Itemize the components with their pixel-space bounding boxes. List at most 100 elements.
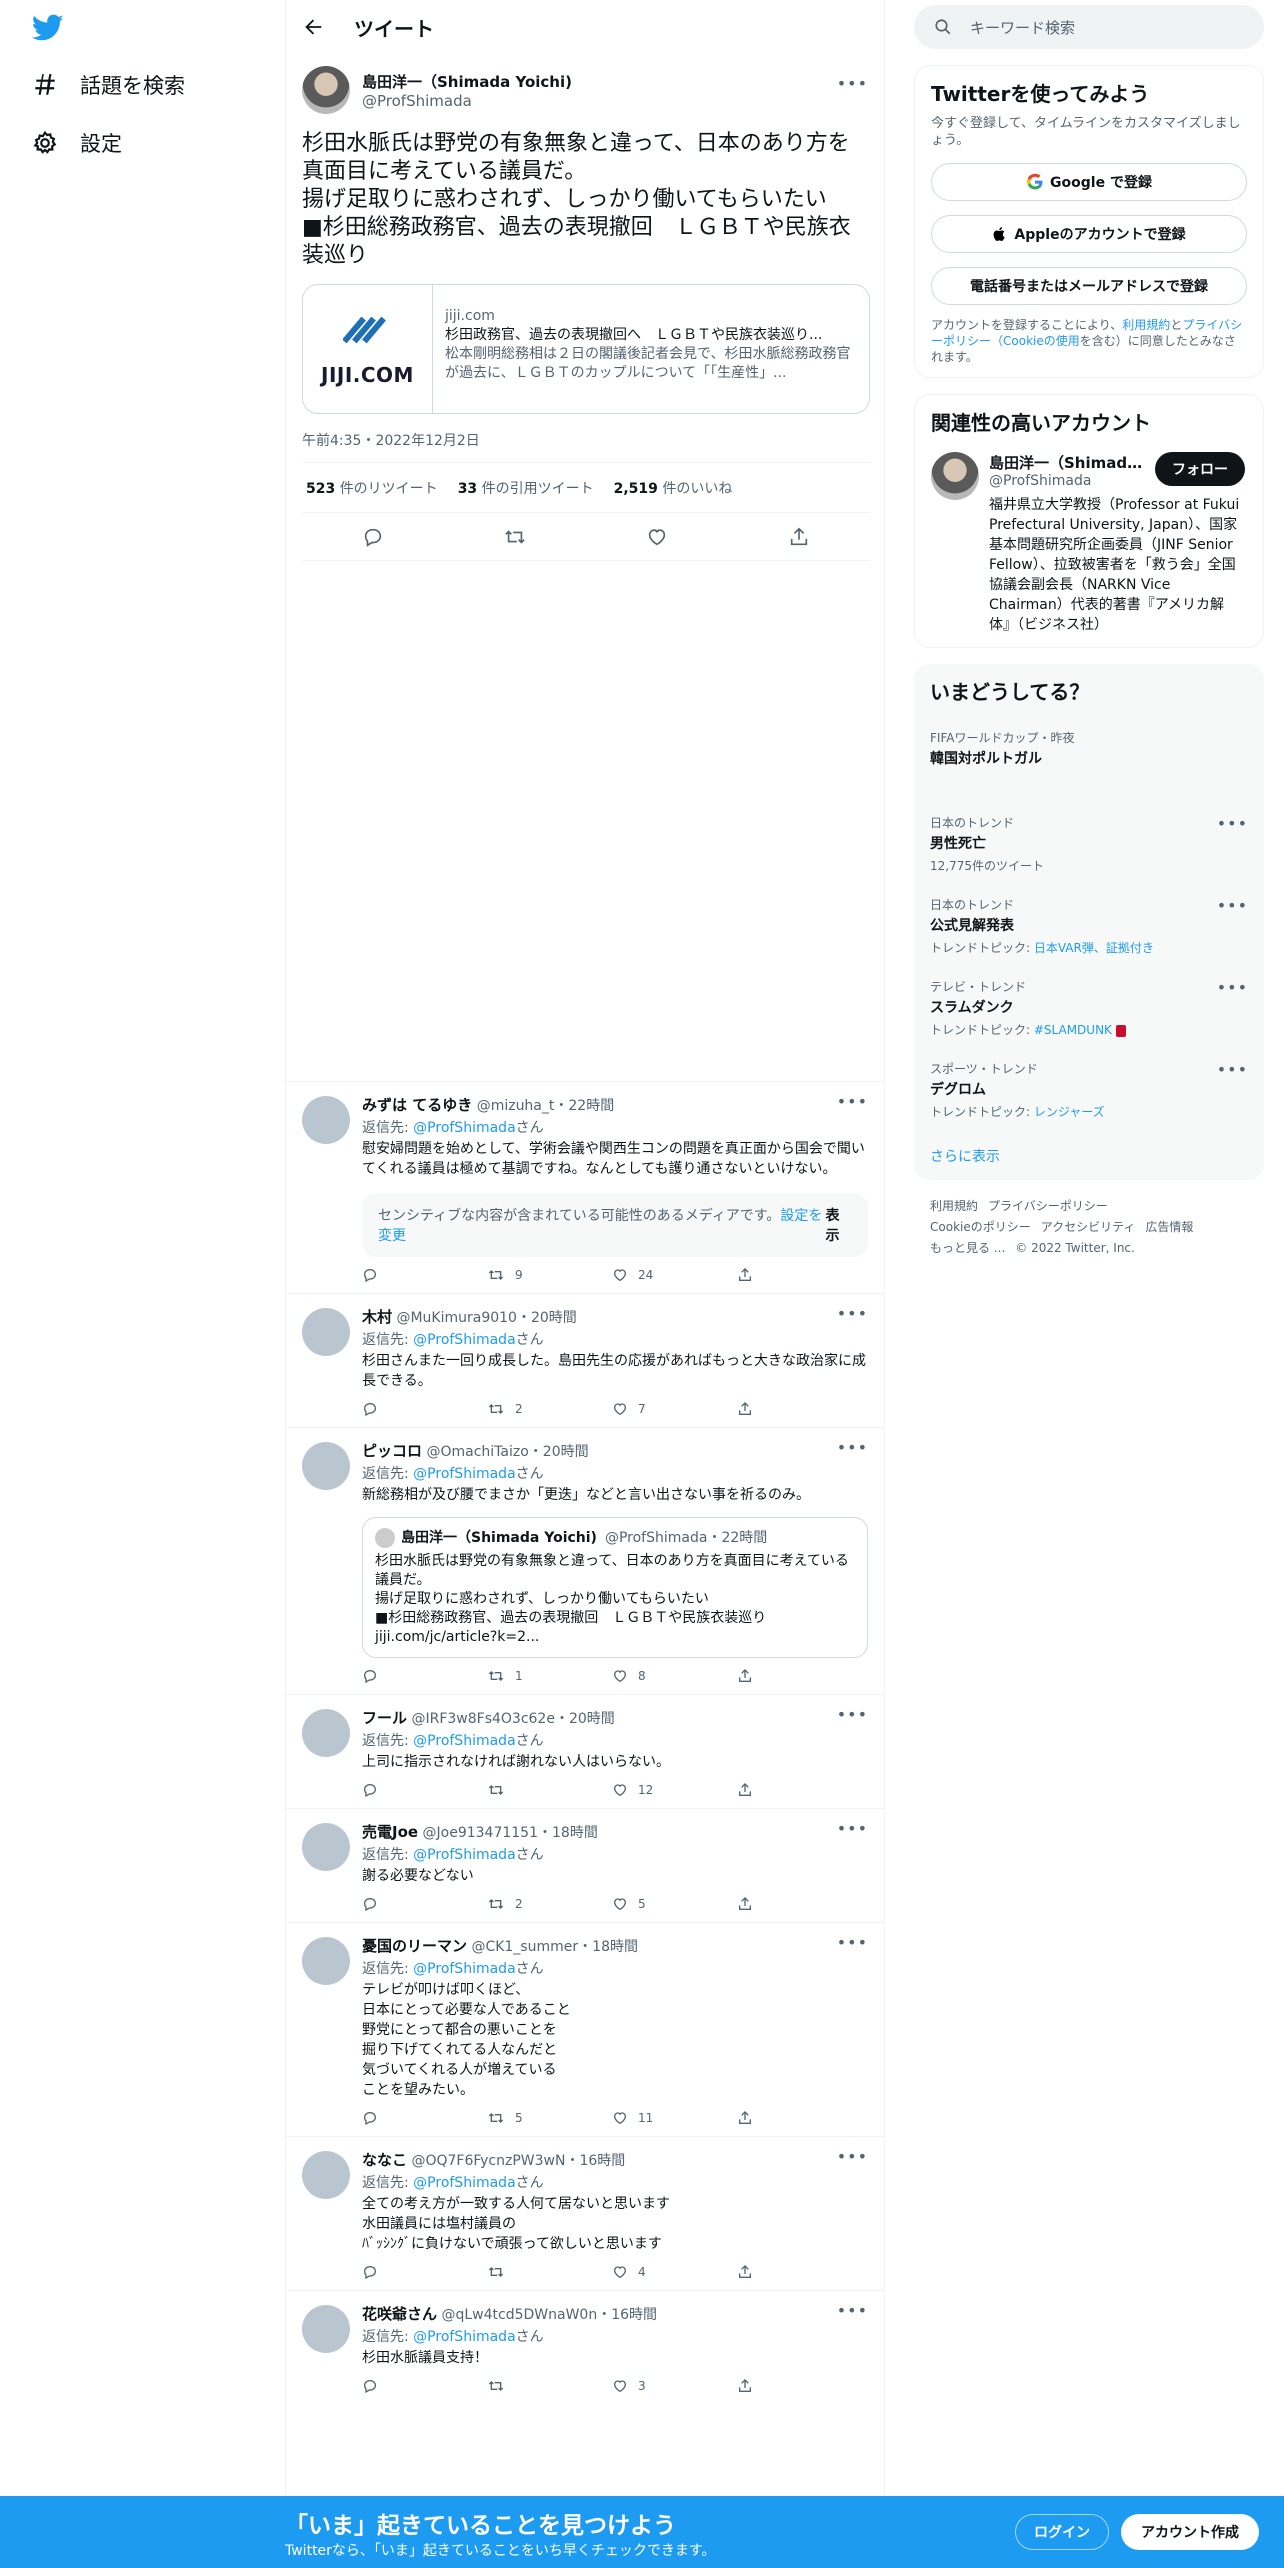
reply-button[interactable] [362, 1267, 487, 1283]
terms-link[interactable]: 利用規約 [1122, 318, 1170, 332]
share-button[interactable] [737, 1896, 862, 1912]
trend-topic-link[interactable]: #SLAMDUNK [1034, 1023, 1112, 1037]
reply-tweet[interactable]: ピッコロ @OmachiTaizo・20時間 返信先: @ProfShimada… [286, 1427, 884, 1694]
avatar[interactable] [302, 1937, 350, 1985]
share-button[interactable] [737, 2378, 862, 2394]
twitter-bird-icon[interactable] [31, 14, 64, 46]
follow-button[interactable]: フォロー [1155, 452, 1245, 486]
reply-author-name[interactable]: 木村 [362, 1308, 392, 1326]
nav-settings[interactable]: 設定 [32, 128, 122, 158]
more-options-icon[interactable]: ••• [837, 1933, 868, 1952]
share-button[interactable] [737, 1668, 862, 1684]
like-button[interactable]: 4 [612, 2264, 737, 2280]
reply-time[interactable]: ・16時間 [565, 2153, 625, 2169]
reply-icon[interactable] [362, 526, 384, 548]
retweet-icon[interactable] [504, 526, 526, 548]
share-button[interactable] [737, 2264, 862, 2280]
reply-to-link[interactable]: @ProfShimada [413, 1466, 515, 1482]
like-icon[interactable] [646, 526, 668, 548]
more-options-icon[interactable]: ••• [837, 1819, 868, 1838]
more-options-icon[interactable]: ••• [1217, 814, 1248, 833]
footer-more-link[interactable]: もっと見る ... [930, 1241, 1005, 1255]
more-options-icon[interactable]: ••• [837, 1705, 868, 1724]
reply-time[interactable]: ・20時間 [517, 1310, 577, 1326]
avatar[interactable] [302, 1308, 350, 1356]
author-name[interactable]: 島田洋一（Shimada Yoichi) [362, 71, 572, 92]
more-options-icon[interactable]: ••• [837, 1304, 868, 1323]
reply-to-link[interactable]: @ProfShimada [413, 2329, 515, 2345]
share-button[interactable] [737, 1267, 862, 1283]
reply-author-handle[interactable]: @IRF3w8Fs4O3c62e [411, 1711, 554, 1727]
reply-author-name[interactable]: 花咲爺さん [362, 2305, 437, 2323]
retweet-button[interactable] [487, 2264, 612, 2280]
show-media-button[interactable]: 表示 [825, 1205, 852, 1245]
reply-tweet[interactable]: 売電Joe @Joe913471151・18時間 返信先: @ProfShima… [286, 1808, 884, 1922]
like-button[interactable]: 3 [612, 2378, 737, 2394]
related-account-name[interactable]: 島田洋一（Shimada ... [989, 452, 1149, 473]
reply-time[interactable]: ・22時間 [554, 1098, 614, 1114]
retweet-button[interactable]: 2 [487, 1401, 612, 1417]
like-button[interactable]: 11 [612, 2110, 737, 2126]
reply-author-handle[interactable]: @MuKimura9010 [396, 1310, 517, 1326]
reply-button[interactable] [362, 1782, 487, 1798]
more-options-icon[interactable]: ••• [1217, 896, 1248, 915]
google-signup-button[interactable]: Google で登録 [931, 163, 1247, 201]
more-options-icon[interactable]: ••• [837, 1092, 868, 1111]
apple-signup-button[interactable]: Appleのアカウントで登録 [931, 215, 1247, 253]
link-card[interactable]: JIJI.COM jiji.com 杉田政務官、過去の表現撤回へ ＬＧＢＴや民族… [302, 284, 870, 414]
reply-time[interactable]: ・20時間 [529, 1444, 589, 1460]
signup-button[interactable]: アカウント作成 [1121, 2514, 1259, 2550]
reply-author-handle[interactable]: @OmachiTaizo [426, 1444, 528, 1460]
retweet-button[interactable] [487, 2378, 612, 2394]
retweet-button[interactable]: 9 [487, 1267, 612, 1283]
avatar[interactable] [931, 452, 979, 500]
footer-accessibility-link[interactable]: アクセシビリティ [1041, 1220, 1136, 1234]
like-stat[interactable]: 2,519 件のいいね [614, 478, 733, 498]
trend-topic-link[interactable]: 日本VAR弾、証拠付き [1034, 941, 1154, 955]
share-button[interactable] [737, 1782, 862, 1798]
reply-tweet[interactable]: 憂国のリーマン @CK1_summer・18時間 返信先: @ProfShima… [286, 1922, 884, 2136]
reply-author-handle[interactable]: @mizuha_t [477, 1098, 555, 1114]
footer-ads-link[interactable]: 広告情報 [1145, 1220, 1193, 1234]
reply-button[interactable] [362, 1896, 487, 1912]
avatar[interactable] [302, 2151, 350, 2199]
show-more-link[interactable]: さらに表示 [930, 1146, 1248, 1166]
reply-button[interactable] [362, 1401, 487, 1417]
reply-button[interactable] [362, 2378, 487, 2394]
footer-cookie-link[interactable]: Cookieのポリシー [930, 1220, 1031, 1234]
reply-author-name[interactable]: ピッコロ [362, 1442, 422, 1460]
reply-to-link[interactable]: @ProfShimada [413, 1961, 515, 1977]
avatar[interactable] [302, 1096, 350, 1144]
retweet-stat[interactable]: 523 件のリツイート [306, 478, 438, 498]
reply-tweet[interactable]: 花咲爺さん @qLw4tcd5DWnaW0n・16時間 返信先: @ProfSh… [286, 2290, 884, 2404]
reply-to-link[interactable]: @ProfShimada [413, 2175, 515, 2191]
share-icon[interactable] [788, 526, 810, 548]
more-options-icon[interactable]: ••• [1217, 1060, 1248, 1079]
trend-item[interactable]: スポーツ・トレンド デグロム トレンドトピック: レンジャーズ ••• [930, 1060, 1248, 1120]
more-options-icon[interactable]: ••• [837, 1438, 868, 1457]
like-button[interactable]: 24 [612, 1267, 737, 1283]
author-handle[interactable]: @ProfShimada [362, 92, 572, 110]
reply-author-handle[interactable]: @OQ7F6FycnzPW3wN [411, 2153, 565, 2169]
tweet-author[interactable]: 島田洋一（Shimada Yoichi) @ProfShimada [302, 64, 868, 116]
footer-terms-link[interactable]: 利用規約 [930, 1199, 978, 1213]
reply-time[interactable]: ・16時間 [597, 2307, 657, 2323]
reply-time[interactable]: ・18時間 [538, 1825, 598, 1841]
reply-tweet[interactable]: ななこ @OQ7F6FycnzPW3wN・16時間 返信先: @ProfShim… [286, 2136, 884, 2290]
quoted-tweet[interactable]: 島田洋一（Shimada Yoichi) @ProfShimada ・22時間 杉田… [362, 1517, 868, 1658]
avatar[interactable] [302, 66, 350, 114]
reply-to-link[interactable]: @ProfShimada [413, 1733, 515, 1749]
share-button[interactable] [737, 1401, 862, 1417]
more-options-icon[interactable]: ••• [837, 2301, 868, 2320]
quote-stat[interactable]: 33 件の引用ツイート [458, 478, 594, 498]
reply-author-name[interactable]: ななこ [362, 2151, 407, 2169]
retweet-button[interactable]: 2 [487, 1896, 612, 1912]
trend-item[interactable]: 日本のトレンド 男性死亡 12,775件のツイート ••• [930, 814, 1248, 874]
reply-to-link[interactable]: @ProfShimada [413, 1847, 515, 1863]
more-options-icon[interactable]: ••• [837, 2147, 868, 2166]
avatar[interactable] [302, 1709, 350, 1757]
phone-email-signup-button[interactable]: 電話番号またはメールアドレスで登録 [931, 267, 1247, 305]
more-options-icon[interactable]: ••• [837, 74, 868, 93]
reply-author-name[interactable]: みずは てるゆき [362, 1096, 472, 1114]
login-button[interactable]: ログイン [1015, 2514, 1109, 2550]
